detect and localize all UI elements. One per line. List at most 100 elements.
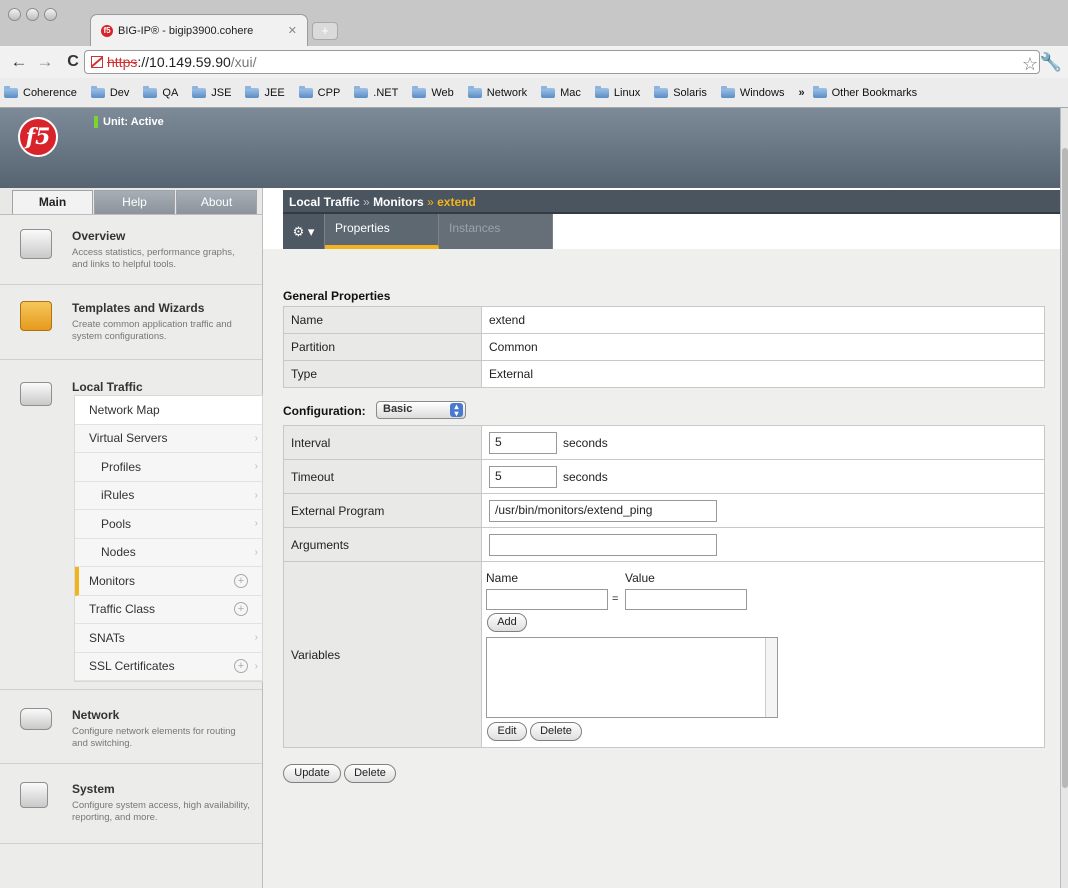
scrollbar-thumb[interactable]: [1062, 148, 1068, 788]
variables-list[interactable]: [486, 637, 778, 718]
nav-profiles[interactable]: Profiles ›: [75, 453, 262, 482]
chevron-right-icon: ›: [254, 461, 258, 473]
bookmark-jse[interactable]: JSE: [192, 85, 231, 99]
system-desc: Configure system access, high availabili…: [72, 800, 250, 823]
variable-value-label: Value: [625, 571, 655, 585]
row-value: External: [481, 360, 1045, 388]
bookmark-mac[interactable]: Mac: [541, 85, 581, 99]
close-window-button[interactable]: [8, 8, 21, 21]
bookmark-jee[interactable]: JEE: [245, 85, 285, 99]
chevron-right-icon: ›: [254, 432, 258, 444]
interval-input[interactable]: 5: [489, 431, 557, 454]
close-tab-icon[interactable]: ✕: [288, 24, 297, 37]
scrollbar[interactable]: [765, 638, 777, 717]
browser-tab[interactable]: f5 BIG-IP® - bigip3900.cohere ✕: [90, 14, 308, 46]
new-tab-button[interactable]: +: [312, 22, 338, 40]
breadcrumb-separator: »: [427, 195, 434, 209]
reload-icon[interactable]: C: [62, 53, 84, 71]
nav-irules[interactable]: iRules ›: [75, 481, 262, 510]
timeout-input[interactable]: 5: [489, 465, 557, 488]
breadcrumb-local-traffic[interactable]: Local Traffic: [289, 195, 360, 209]
bookmarks-overflow-chevron[interactable]: »: [798, 87, 804, 99]
nav-pools[interactable]: Pools ›: [75, 510, 262, 539]
nav-section-network[interactable]: Network Configure network elements for r…: [0, 690, 262, 764]
tab-properties[interactable]: Properties: [325, 214, 439, 249]
bookmark-qa[interactable]: QA: [143, 85, 178, 99]
overview-desc: Access statistics, performance graphs, a…: [72, 247, 235, 270]
broken-lock-icon: [91, 56, 103, 68]
variable-name-input[interactable]: [486, 589, 608, 610]
tab-main[interactable]: Main: [12, 190, 93, 214]
edit-button[interactable]: Edit: [487, 722, 527, 741]
bookmark-windows[interactable]: Windows: [720, 85, 784, 99]
unit-status: Unit: Active: [94, 116, 164, 128]
bookmark-web[interactable]: Web: [412, 85, 454, 99]
table-row: Name extend: [283, 306, 1045, 334]
minimize-window-button[interactable]: [26, 8, 39, 21]
bookmark-linux[interactable]: Linux: [594, 85, 640, 99]
tab-about[interactable]: About: [176, 190, 257, 214]
bookmark-coherence[interactable]: Coherence: [4, 85, 77, 99]
row-label: Name: [283, 306, 482, 334]
bookmark-solaris[interactable]: Solaris: [654, 85, 707, 99]
left-navigation: Main Help About Overview Access statisti…: [0, 188, 263, 888]
nav-section-overview[interactable]: Overview Access statistics, performance …: [0, 215, 262, 285]
configuration-mode-select[interactable]: Basic ▴ ▾: [376, 401, 466, 419]
chevron-right-icon: ›: [254, 546, 258, 558]
nav-network-map[interactable]: Network Map: [75, 396, 262, 425]
row-label: Type: [283, 360, 482, 388]
arguments-input[interactable]: [489, 533, 717, 556]
nav-ssl-certificates[interactable]: SSL Certificates + ›: [75, 652, 262, 681]
bookmark-star-icon[interactable]: ☆: [1022, 54, 1038, 75]
folder-icon: [467, 85, 482, 98]
page-scrollbar[interactable]: [1060, 108, 1068, 888]
address-bar[interactable]: https ://10.149.59.90 /xui/: [84, 50, 1040, 74]
f5-favicon-icon: f5: [101, 24, 113, 37]
breadcrumb-monitors[interactable]: Monitors: [373, 195, 424, 209]
url-path: /xui/: [230, 54, 257, 70]
timeout-cell: 5 seconds: [481, 459, 1045, 494]
network-icon: [20, 708, 52, 730]
table-row: External Program /usr/bin/monitors/exten…: [283, 493, 1045, 528]
interval-label: Interval: [283, 425, 482, 460]
update-button[interactable]: Update: [283, 764, 341, 783]
nav-snats[interactable]: SNATs ›: [75, 624, 262, 653]
system-icon: [20, 782, 48, 808]
nav-monitors[interactable]: Monitors +: [75, 567, 262, 596]
bookmark-dev[interactable]: Dev: [90, 85, 129, 99]
tab-instances[interactable]: Instances: [439, 214, 553, 249]
back-arrow-icon[interactable]: ←: [8, 52, 30, 72]
add-traffic-class-icon[interactable]: +: [234, 602, 248, 617]
nav-section-system[interactable]: System Configure system access, high ava…: [0, 764, 262, 844]
arguments-label: Arguments: [283, 527, 482, 562]
zoom-window-button[interactable]: [44, 8, 57, 21]
templates-title: Templates and Wizards: [72, 301, 205, 315]
gear-icon[interactable]: ⚙ ▾: [283, 214, 325, 249]
bookmark-network[interactable]: Network: [467, 85, 527, 99]
configuration-mode-value: Basic: [383, 403, 413, 415]
nav-virtual-servers[interactable]: Virtual Servers ›: [75, 424, 262, 453]
folder-icon: [720, 85, 735, 98]
nav-nodes[interactable]: Nodes ›: [75, 538, 262, 567]
external-program-cell: /usr/bin/monitors/extend_ping: [481, 493, 1045, 528]
wrench-icon[interactable]: 🔧: [1040, 52, 1062, 73]
chevron-right-icon: ›: [254, 632, 258, 644]
url-protocol: https: [107, 54, 138, 70]
bookmark-cpp[interactable]: CPP: [298, 85, 340, 99]
delete-variable-button[interactable]: Delete: [530, 722, 582, 741]
tab-help[interactable]: Help: [94, 190, 175, 214]
folder-icon: [354, 85, 369, 98]
add-ssl-certificate-icon[interactable]: +: [234, 659, 248, 674]
delete-button[interactable]: Delete: [344, 764, 396, 783]
external-program-input[interactable]: /usr/bin/monitors/extend_ping: [489, 499, 717, 522]
nav-section-templates[interactable]: Templates and Wizards Create common appl…: [0, 285, 262, 360]
add-monitor-icon[interactable]: +: [234, 573, 248, 588]
nav-traffic-class[interactable]: Traffic Class +: [75, 595, 262, 624]
bookmark-dotnet[interactable]: .NET: [354, 85, 398, 99]
variable-value-input[interactable]: [625, 589, 747, 610]
add-button[interactable]: Add: [487, 613, 527, 632]
other-bookmarks[interactable]: Other Bookmarks: [812, 85, 917, 99]
folder-icon: [143, 85, 158, 98]
breadcrumb: Local Traffic » Monitors » extend: [283, 190, 1060, 214]
forward-arrow-icon[interactable]: →: [34, 52, 56, 72]
